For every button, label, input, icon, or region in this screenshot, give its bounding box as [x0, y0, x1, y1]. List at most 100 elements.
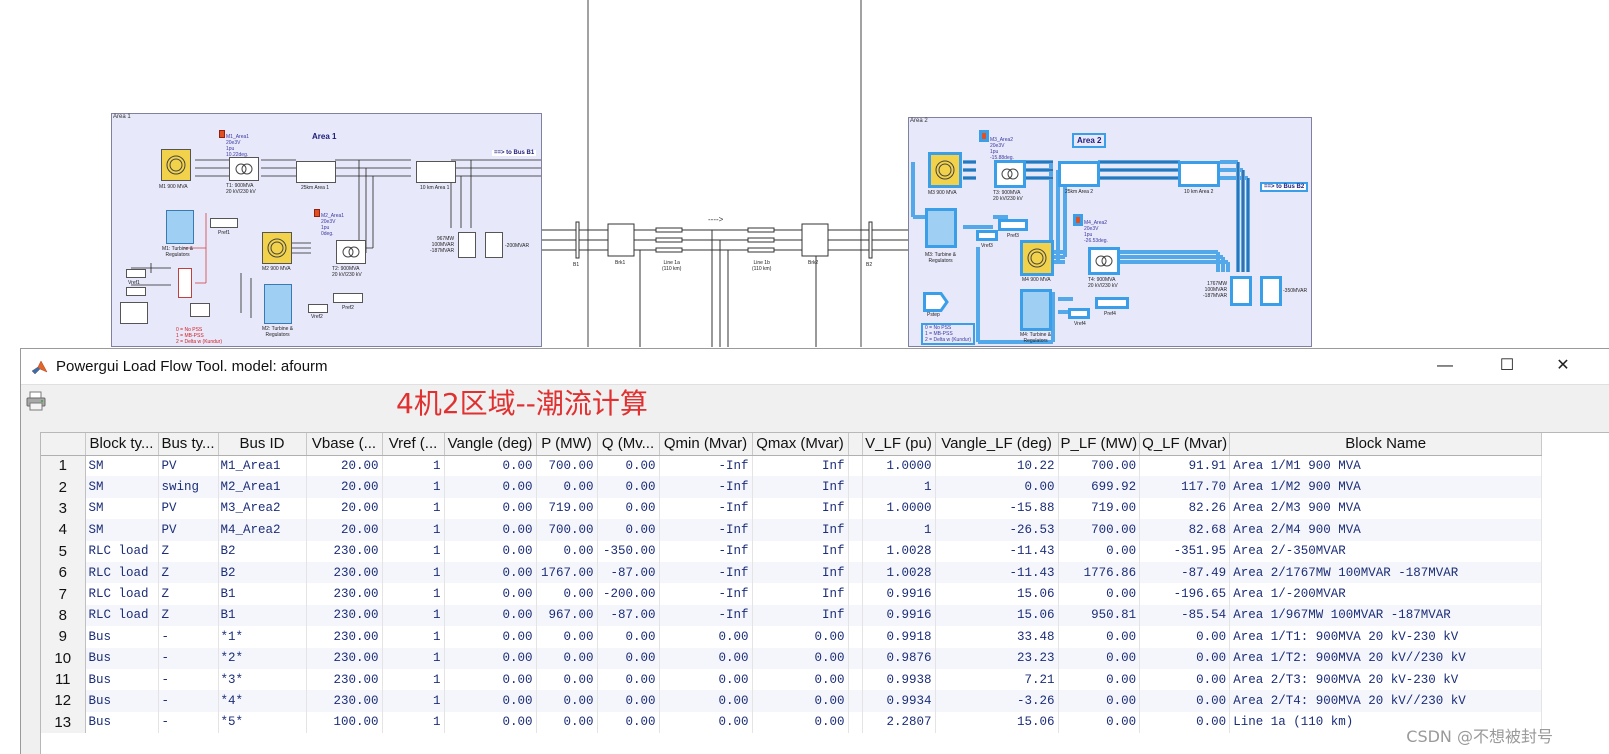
table-cell[interactable]: - [158, 690, 219, 712]
table-cell[interactable]: 1 [862, 476, 936, 498]
capacitor-area1-block[interactable] [485, 232, 503, 258]
table-cell[interactable]: 0.00 [597, 626, 660, 648]
table-cell[interactable]: 100.00 [306, 711, 383, 734]
table-cell[interactable]: Inf [752, 497, 849, 520]
table-cell[interactable]: RLC load [85, 561, 159, 584]
column-header[interactable]: Vbase (... [306, 433, 383, 456]
column-header[interactable]: Bus ty... [158, 433, 219, 456]
table-cell[interactable]: 0.9918 [862, 626, 936, 648]
transformer-t3-block[interactable] [994, 160, 1026, 188]
table-cell[interactable]: 1767.00 [536, 561, 598, 584]
table-cell[interactable]: RLC load [85, 540, 159, 562]
table-cell[interactable]: Area 1/T1: 900MVA 20 kV-230 kV [1229, 626, 1543, 648]
table-cell[interactable]: RLC load [85, 583, 159, 605]
table-cell[interactable]: *4* [218, 690, 307, 712]
table-cell[interactable]: SM [85, 497, 159, 520]
table-cell[interactable]: 230.00 [306, 604, 383, 627]
table-row[interactable]: 11 Bus - *3* 230.00 1 0.00 0.00 0.00 0.00 0.00 0.99… [41, 668, 1543, 691]
table-cell[interactable]: 699.92 [1058, 476, 1141, 498]
table-cell[interactable]: *3* [218, 668, 307, 691]
maximize-button[interactable]: ☐ [1495, 355, 1519, 377]
table-cell[interactable]: -Inf [659, 604, 753, 627]
load-flow-table[interactable]: Block ty... Bus ty... Bus ID Vbase (... Vref… [40, 432, 1609, 754]
table-cell[interactable]: 2.2807 [862, 711, 936, 734]
simulink-canvas[interactable]: ----> B1 Brk1 Line 1a (110 km) Line 1b (… [0, 0, 1609, 347]
table-cell[interactable]: Area 1/967MW 100MVAR -187MVAR [1229, 604, 1543, 627]
vref2-block[interactable] [308, 304, 328, 313]
table-cell[interactable]: 0.00 [659, 626, 753, 648]
table-cell[interactable]: Z [158, 540, 219, 562]
turbine-m1-block[interactable] [166, 210, 194, 244]
table-cell[interactable]: Inf [752, 476, 849, 498]
table-cell[interactable]: B1 [218, 604, 307, 627]
transformer-t4-block[interactable] [1088, 247, 1120, 275]
table-cell[interactable]: M4_Area2 [218, 519, 307, 541]
table-cell[interactable]: Bus [85, 647, 159, 669]
table-cell[interactable]: 700.00 [1058, 519, 1141, 541]
column-header[interactable]: Vangle_LF (deg) [935, 433, 1059, 456]
table-cell[interactable]: 0.00 [597, 519, 660, 541]
table-cell[interactable]: -26.53 [935, 519, 1059, 541]
vref4-block[interactable] [1068, 308, 1090, 319]
table-cell[interactable]: Area 2/T3: 900MVA 20 kV-230 kV [1229, 668, 1543, 691]
column-header[interactable]: Qmin (Mvar) [659, 433, 753, 456]
pref2-block[interactable] [333, 293, 363, 303]
table-cell[interactable]: Area 2/-350MVAR [1229, 540, 1543, 562]
table-cell[interactable]: 700.00 [536, 519, 598, 541]
transformer-t2-block[interactable] [336, 240, 366, 264]
table-cell[interactable]: M1_Area1 [218, 455, 307, 477]
table-cell[interactable]: 20.00 [306, 476, 383, 498]
table-cell[interactable]: 20.00 [306, 519, 383, 541]
table-cell[interactable]: 82.26 [1139, 497, 1231, 520]
table-cell[interactable]: 0.00 [444, 519, 537, 541]
table-cell[interactable]: 0.00 [935, 476, 1059, 498]
table-cell[interactable]: 15.06 [935, 583, 1059, 605]
table-cell[interactable]: -351.95 [1139, 540, 1231, 562]
table-cell[interactable]: 0.00 [1058, 626, 1141, 648]
load-area1-block[interactable] [458, 232, 476, 258]
table-row[interactable]: 2 SM swing M2_Area1 20.00 1 0.00 0.00 0.00 -Inf In… [41, 476, 1543, 498]
table-row[interactable]: 10 Bus - *2* 230.00 1 0.00 0.00 0.00 0.00 0.00 0.98… [41, 647, 1543, 669]
table-cell[interactable]: Z [158, 583, 219, 605]
table-cell[interactable]: Z [158, 604, 219, 627]
table-cell[interactable]: 82.68 [1139, 519, 1231, 541]
table-cell[interactable]: Bus [85, 690, 159, 712]
column-header[interactable]: V_LF (pu) [862, 433, 936, 456]
table-cell[interactable]: 700.00 [536, 455, 598, 477]
table-cell[interactable]: 0.00 [597, 455, 660, 477]
table-cell[interactable]: PV [158, 519, 219, 541]
table-cell[interactable]: Area 1/-200MVAR [1229, 583, 1543, 605]
table-cell[interactable]: 230.00 [306, 626, 383, 648]
table-cell[interactable]: Area 2/T4: 900MVA 20 kV//230 kV [1229, 690, 1543, 712]
table-cell[interactable]: 10.22 [935, 455, 1059, 477]
table-cell[interactable]: PV [158, 497, 219, 520]
pstep-block[interactable] [923, 292, 949, 312]
turbine-m4-block[interactable] [1020, 289, 1052, 331]
table-cell[interactable]: 0.00 [1058, 690, 1141, 712]
table-cell[interactable]: 0.00 [444, 604, 537, 627]
column-header[interactable]: Block ty... [85, 433, 159, 456]
table-cell[interactable]: 0.9938 [862, 668, 936, 691]
table-cell[interactable]: 230.00 [306, 561, 383, 584]
table-cell[interactable]: 0.00 [536, 626, 598, 648]
table-cell[interactable]: B2 [218, 561, 307, 584]
table-cell[interactable]: swing [158, 476, 219, 498]
table-cell[interactable]: 0.9934 [862, 690, 936, 712]
table-cell[interactable]: -Inf [659, 519, 753, 541]
table-cell[interactable]: -Inf [659, 540, 753, 562]
table-cell[interactable]: Bus [85, 668, 159, 691]
table-cell[interactable]: 0.00 [659, 690, 753, 712]
turbine-m3-block[interactable] [925, 208, 957, 248]
table-cell[interactable]: - [158, 626, 219, 648]
table-cell[interactable]: SM [85, 519, 159, 541]
table-cell[interactable]: 0.00 [1139, 647, 1231, 669]
table-cell[interactable]: 1 [382, 711, 445, 734]
table-cell[interactable]: 719.00 [1058, 497, 1141, 520]
column-header[interactable]: Vangle (deg) [444, 433, 537, 456]
minimize-button[interactable]: — [1433, 355, 1457, 377]
table-cell[interactable]: 20.00 [306, 497, 383, 520]
table-cell[interactable]: 0.00 [536, 583, 598, 605]
table-cell[interactable]: 1 [382, 626, 445, 648]
vref1b-block[interactable] [126, 287, 146, 296]
table-cell[interactable]: 0.00 [752, 647, 849, 669]
